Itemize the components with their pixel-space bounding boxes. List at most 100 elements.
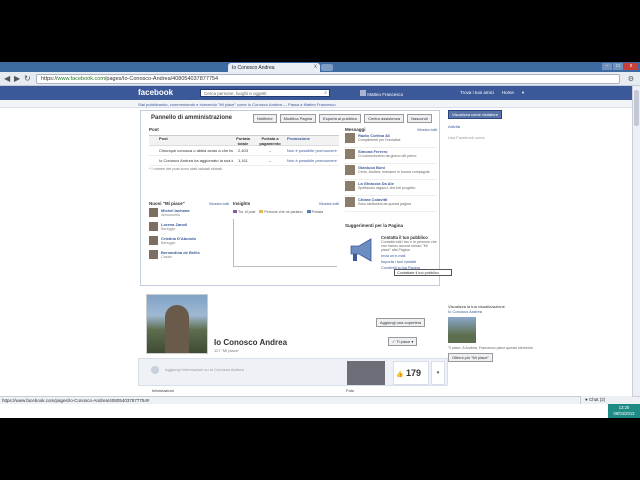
system-clock[interactable]: 13:20 08/04/2013 (608, 404, 640, 418)
new-tab-button[interactable] (321, 64, 333, 71)
post-paid-reach: -- (268, 158, 272, 163)
messages-section: Messaggi Mostra tutti Radio Cortina 84 Co… (345, 127, 437, 217)
minimize-button[interactable]: – (602, 63, 612, 70)
like-button[interactable]: ✓ Ti piace ▾ (388, 337, 418, 346)
photos-label[interactable]: Foto (346, 388, 354, 393)
message-preview: Certo, Andrea, eravamo in buona compagni… (358, 170, 430, 174)
see-all-likes-link[interactable]: Mostra tutti (209, 201, 229, 206)
liker-place: Bareggio (161, 227, 176, 231)
expand-arrow-icon[interactable]: ▾ (431, 361, 445, 385)
messages-header: Messaggi Mostra tutti (345, 127, 437, 132)
right-lower-text: Ti piace. A Andrea, Francesco piace ques… (448, 346, 533, 350)
list-item[interactable]: Cristina D'Abundo Bareggio (149, 236, 229, 248)
page-tip: Contatta il tuo pubblico Contatta tutti … (381, 235, 437, 270)
chat-label: Chat (588, 397, 599, 402)
hide-panel-button[interactable]: Nascondi (407, 114, 432, 123)
insights-section: Insights Mostra tutti Tot. di post Perso… (233, 201, 339, 281)
insights-graph (233, 219, 337, 267)
scrollbar-thumb[interactable] (634, 90, 639, 126)
post-promotion[interactable]: Non è possibile promuovere (287, 148, 339, 153)
url-path: /pages/Io-Conosco-Andrea/408054037877754 (104, 76, 219, 82)
right-lower-page-name[interactable]: Io Conosco Andrea (448, 309, 568, 314)
browser-toolbar: ◀ ▶ ↻ https://www.facebook.com/pages/Io-… (0, 72, 640, 86)
like-button-label: Ti piace (396, 339, 411, 344)
top-links: Trova i tuoi amici Home ▾ (460, 90, 524, 96)
back-icon[interactable]: ◀ (4, 75, 10, 83)
acting-as-text[interactable]: Stai pubblicando, commentando e ricevend… (138, 102, 336, 107)
list-item[interactable]: Radio Cortina 84 Complimenti per l'inizia… (345, 133, 437, 148)
url-scheme: https:// (41, 76, 58, 82)
new-likes-header: Nuovi "Mi piace" Mostra tutti (149, 201, 229, 206)
see-all-insights-link[interactable]: Mostra tutti (319, 201, 339, 206)
add-cover-button[interactable]: Aggiungi una copertina (376, 318, 425, 327)
home-link[interactable]: Home (502, 90, 514, 96)
forward-icon[interactable]: ▶ (14, 75, 20, 83)
search-placeholder: Cerca persone, luoghi e oggetti (204, 91, 267, 96)
table-row[interactable]: Chiunque conosca o abbia avuto a che far… (149, 146, 339, 156)
liker-place: Alessandria (161, 213, 180, 217)
insights-heading: Insights (233, 201, 251, 206)
help-center-button[interactable]: Centro assistenza (364, 114, 405, 123)
account-menu-icon[interactable]: ▾ (522, 90, 524, 96)
browser-tab[interactable]: Io Conosco Andrea x (228, 63, 320, 72)
activity-link[interactable]: Attività (448, 124, 568, 129)
avatar (149, 208, 158, 217)
tab-strip: Io Conosco Andrea x – ▭ x (0, 62, 640, 72)
export-button[interactable]: Esporta al pubblico (319, 114, 362, 123)
list-item[interactable]: Gianluca Boni Certo, Andrea, eravamo in b… (345, 165, 437, 180)
find-friends-link[interactable]: Trova i tuoi amici (460, 90, 494, 96)
likes-box[interactable]: 👍 179 (393, 361, 429, 385)
address-bar[interactable]: https://www.facebook.com/pages/Io-Conosc… (36, 74, 620, 84)
send-email-link[interactable]: Invia un'e-mail (381, 254, 437, 258)
list-item[interactable]: Chiara Colavitti Sono tantissimi da quest… (345, 197, 437, 212)
list-item[interactable]: Bernardina de Bellis Casale (149, 250, 229, 262)
view-as-visitor-button[interactable]: Visualizza come visitatore (448, 110, 502, 119)
status-bar: https://www.facebook.com/pages/Io-Conosc… (0, 396, 640, 404)
legend-swatch (259, 210, 264, 213)
import-contacts-link[interactable]: Importa i tuoi contatti (381, 260, 437, 264)
chat-tab[interactable]: ● Chat (2) (580, 396, 632, 404)
avatar (345, 149, 355, 159)
info-strip: Aggiungi informazioni su Io Conosco Andr… (138, 358, 448, 386)
reload-icon[interactable]: ↻ (24, 75, 31, 83)
user-profile-link[interactable]: Matteo Francesco (360, 90, 403, 97)
use-facebook-as-link[interactable]: Usa Facebook come (448, 135, 568, 140)
message-preview: Sono tantissimi da questa pagina (358, 202, 411, 206)
right-lower-thumbnail[interactable] (448, 317, 476, 343)
photos-thumbnail[interactable] (347, 361, 385, 385)
list-item[interactable]: Michel Iachana Alessandria (149, 208, 229, 220)
notifications-button[interactable]: Notifiche (253, 114, 277, 123)
clock-date: 08/04/2013 (613, 411, 635, 416)
right-lower-panel: Visualizza la tua visualizzazione Io Con… (448, 304, 568, 362)
page-scrollbar[interactable] (632, 86, 640, 404)
post-text[interactable]: Chiunque conosca o abbia avuto a che far… (149, 148, 233, 153)
list-item[interactable]: Lorena Zanoli Bareggio (149, 222, 229, 234)
right-sidebar: Visualizza come visitatore Attività Usa … (448, 110, 568, 140)
wrench-icon[interactable]: ⚙ (628, 75, 634, 83)
post-promotion[interactable]: Non è possibile promuovere (287, 158, 339, 163)
admin-panel: Pannello di amministrazione Notifiche Mo… (140, 110, 440, 286)
profile-picture[interactable] (146, 294, 208, 354)
add-info-link[interactable]: Aggiungi informazioni su Io Conosco Andr… (165, 367, 244, 372)
list-item[interactable]: La Ghiaccia Da Ale Spettacolo ragazzi, ch… (345, 181, 437, 196)
search-icon[interactable]: ⌕ (324, 90, 327, 96)
info-label[interactable]: Informazioni (152, 388, 174, 393)
avatar (149, 250, 158, 259)
close-window-button[interactable]: x (624, 63, 638, 70)
get-more-likes-button[interactable]: Ottieni più "Mi piace" (448, 353, 493, 362)
table-header: Post Portata totale Portata a pagamento … (149, 136, 339, 146)
see-all-messages-link[interactable]: Mostra tutti (417, 127, 437, 132)
liker-place: Bareggio (161, 241, 176, 245)
facebook-logo[interactable]: facebook (138, 88, 173, 97)
post-text[interactable]: Io Conosco Andrea ha aggiornato la sua i… (149, 158, 233, 163)
search-input[interactable]: Cerca persone, luoghi e oggetti ⌕ (200, 89, 330, 97)
insights-header: Insights Mostra tutti (233, 201, 339, 206)
legend-label: Tot. di post (238, 210, 256, 214)
maximize-button[interactable]: ▭ (613, 63, 623, 70)
table-row[interactable]: Io Conosco Andrea ha aggiornato la sua i… (149, 156, 339, 166)
edit-page-button[interactable]: Modifica Pagina (279, 114, 317, 123)
facebook-topbar: facebook Cerca persone, luoghi e oggetti… (0, 86, 632, 100)
legend-label: Persone che ne parlano (264, 210, 303, 214)
list-item[interactable]: Simona Ferrero Ci conoscevamo da giorno d… (345, 149, 437, 164)
tab-close-icon[interactable]: x (314, 64, 317, 70)
